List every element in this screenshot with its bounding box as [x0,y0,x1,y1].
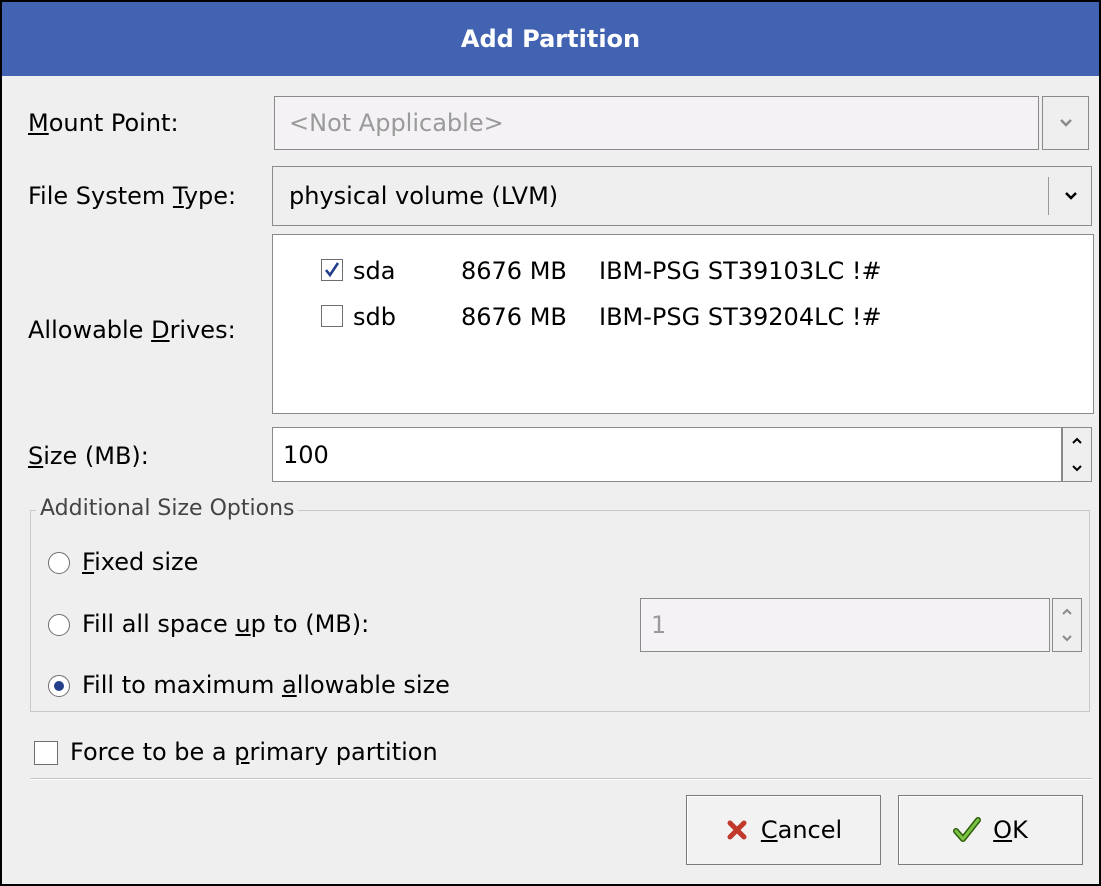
fill-up-to-spinner[interactable] [1052,598,1082,652]
drive-name: sda [353,257,396,285]
drives-label: Allowable Drives: [28,316,236,344]
drive-model: IBM-PSG ST39204LC !# [599,303,882,331]
mount-point-label: Mount Point: [28,109,179,137]
dialog-body: Add Partition Mount Point: <Not Applicab… [2,2,1099,884]
force-primary-checkbox[interactable] [34,741,58,765]
fill-up-to-input[interactable]: 1 [640,598,1050,652]
force-primary-label[interactable]: Force to be a primary partition [70,738,438,766]
fixed-size-label[interactable]: Fixed size [82,548,198,576]
drives-list[interactable]: sda 8676 MB IBM-PSG ST39103LC !# sdb 867… [272,234,1094,414]
fs-type-label: File System Type: [28,182,237,210]
checkmark-icon [324,262,340,278]
add-partition-dialog: Add Partition Mount Point: <Not Applicab… [0,0,1101,886]
size-input[interactable]: 100 [272,427,1062,482]
fill-up-to-label[interactable]: Fill all space up to (MB): [82,610,369,638]
drive-name: sdb [353,303,396,331]
chevron-down-icon [1065,192,1077,200]
fs-type-separator [1048,177,1049,215]
ok-label: OK [993,816,1028,844]
drive-checkbox-sda[interactable] [321,259,343,281]
spin-up-button[interactable] [1053,599,1081,625]
fixed-size-radio[interactable] [48,552,70,574]
drive-size: 8676 MB [461,257,567,285]
size-label: Size (MB): [28,442,149,470]
drive-row-sdb[interactable]: sdb 8676 MB IBM-PSG ST39204LC !# [273,295,1093,335]
size-options-title: Additional Size Options [36,496,299,521]
drive-checkbox-sdb[interactable] [321,305,343,327]
chevron-down-icon [1062,635,1072,642]
spin-down-button[interactable] [1063,455,1091,481]
checkmark-icon [953,817,982,842]
fs-type-dropdown-button[interactable] [1051,167,1091,225]
drive-model: IBM-PSG ST39103LC !# [599,257,882,285]
drive-row-sda[interactable]: sda 8676 MB IBM-PSG ST39103LC !# [273,249,1093,289]
chevron-up-icon [1072,437,1082,444]
fill-max-radio[interactable] [48,675,70,697]
x-icon [727,820,747,840]
fill-max-label[interactable]: Fill to maximum allowable size [82,671,450,699]
fs-type-value: physical volume (LVM) [289,182,559,210]
chevron-down-icon [1072,465,1082,472]
mount-point-dropdown-button[interactable] [1042,96,1089,150]
ok-button[interactable]: OK [898,795,1083,865]
drive-size: 8676 MB [461,303,567,331]
cancel-button[interactable]: Cancel [686,795,881,865]
fill-up-to-radio[interactable] [48,614,70,636]
chevron-up-icon [1062,608,1072,615]
cancel-label: Cancel [760,816,843,844]
mount-point-input[interactable]: <Not Applicable> [274,96,1039,150]
fs-type-select[interactable]: physical volume (LVM) [272,166,1092,226]
size-spinner[interactable] [1062,427,1092,482]
spin-down-button[interactable] [1053,625,1081,651]
spin-up-button[interactable] [1063,428,1091,454]
chevron-down-icon [1059,119,1072,127]
divider [30,779,1092,780]
dialog-title: Add Partition [2,2,1099,76]
